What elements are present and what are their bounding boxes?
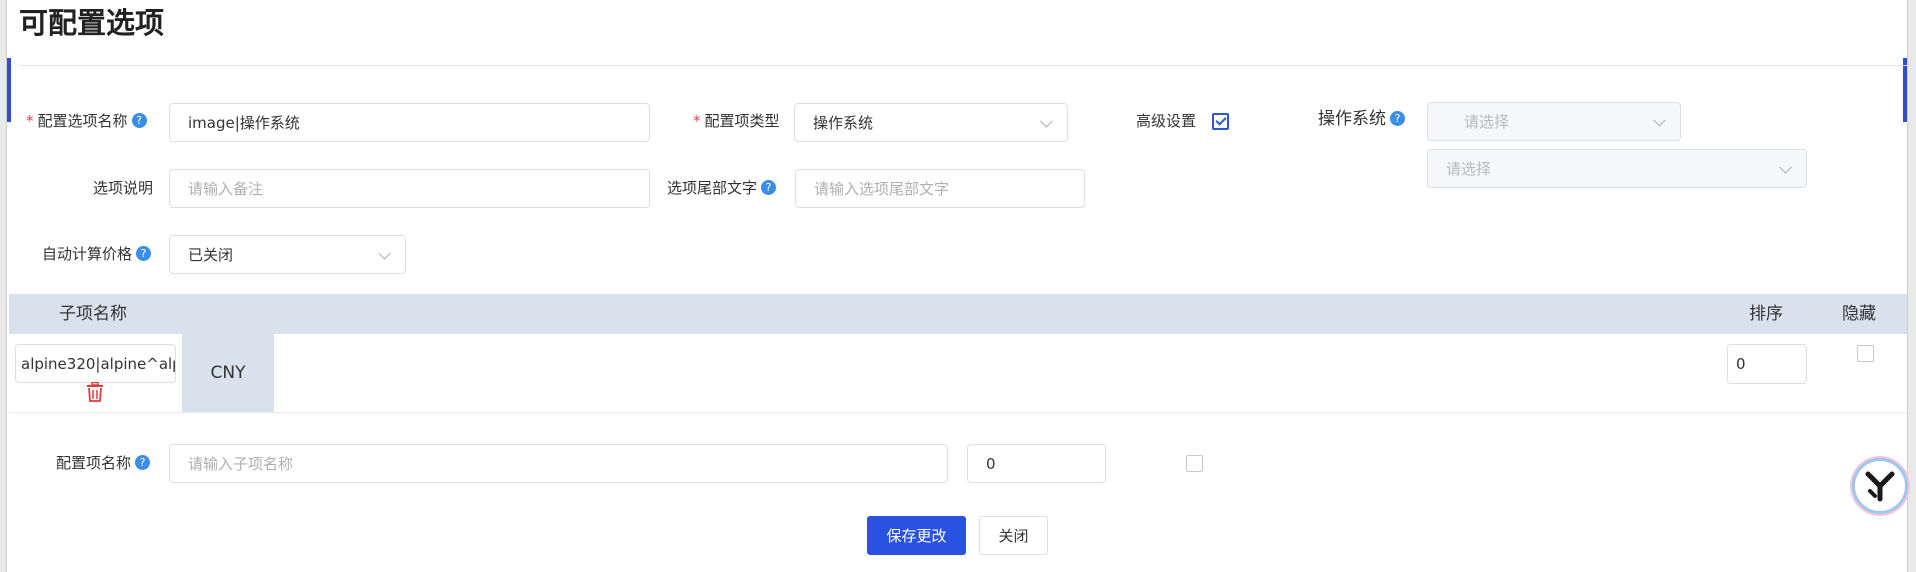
os-select-primary[interactable]: 请选择 — [1427, 102, 1681, 141]
close-button[interactable]: 关闭 — [979, 516, 1048, 555]
add-item-sort-input[interactable]: 0 — [967, 444, 1106, 483]
assistant-glyph-icon — [1865, 471, 1895, 502]
help-icon[interactable]: ? — [1390, 111, 1405, 126]
option-type-label: * 配置项类型 — [693, 112, 780, 130]
config-options-dialog: 可配置选项 * 配置选项名称? image|操作系统 * 配置项类型 操作系统 高级… — [6, 0, 1909, 572]
auto-price-label: 自动计算价格? — [42, 243, 152, 265]
advanced-settings-checkbox[interactable] — [1212, 113, 1229, 130]
trash-icon[interactable] — [86, 382, 104, 402]
option-name-label: * 配置选项名称? — [26, 110, 147, 132]
assistant-logo-icon[interactable] — [1852, 458, 1908, 514]
option-type-select[interactable]: 操作系统 — [794, 103, 1068, 142]
save-button[interactable]: 保存更改 — [867, 516, 966, 555]
sub-item-name-input[interactable]: alpine320|alpine^alpine3 — [15, 344, 176, 383]
dialog-edge-accent-right — [1903, 58, 1907, 122]
sub-item-name-header: 子项名称 — [59, 304, 127, 324]
help-icon[interactable]: ? — [131, 113, 147, 128]
required-mark: * — [693, 112, 701, 130]
hidden-header: 隐藏 — [1842, 304, 1876, 324]
add-item-hidden-checkbox[interactable] — [1186, 455, 1203, 472]
chevron-down-icon — [1779, 160, 1792, 174]
help-icon[interactable]: ? — [136, 246, 152, 261]
sort-input[interactable]: 0 — [1727, 344, 1807, 384]
os-select-secondary[interactable]: 请选择 — [1427, 149, 1807, 188]
help-icon[interactable]: ? — [761, 180, 777, 195]
title-divider — [19, 65, 1909, 66]
option-name-input[interactable]: image|操作系统 — [169, 103, 650, 142]
description-label: 选项说明 — [93, 179, 154, 197]
suffix-text-input[interactable]: 请输入选项尾部文字 — [795, 169, 1085, 208]
dialog-edge-accent-left — [7, 58, 11, 122]
sort-header: 排序 — [1749, 304, 1783, 324]
os-label: 操作系统? — [1318, 108, 1405, 130]
table-row-divider — [9, 412, 1907, 413]
chevron-down-icon — [378, 246, 391, 260]
dialog-title: 可配置选项 — [19, 6, 165, 40]
chevron-down-icon — [1653, 113, 1666, 127]
currency-cell: CNY — [182, 334, 274, 412]
chevron-down-icon — [1040, 114, 1053, 128]
required-mark: * — [26, 112, 34, 130]
description-input[interactable]: 请输入备注 — [169, 169, 650, 208]
help-icon[interactable]: ? — [135, 455, 151, 470]
suffix-text-label: 选项尾部文字? — [667, 177, 777, 199]
advanced-settings-label: 高级设置 — [1136, 112, 1197, 130]
hidden-checkbox[interactable] — [1857, 345, 1874, 362]
add-item-name-label: 配置项名称? — [56, 452, 151, 474]
sub-items-table-header: 子项名称 排序 隐藏 — [9, 294, 1907, 334]
auto-price-select[interactable]: 已关闭 — [169, 235, 406, 274]
add-item-name-input[interactable]: 请输入子项名称 — [169, 444, 948, 483]
